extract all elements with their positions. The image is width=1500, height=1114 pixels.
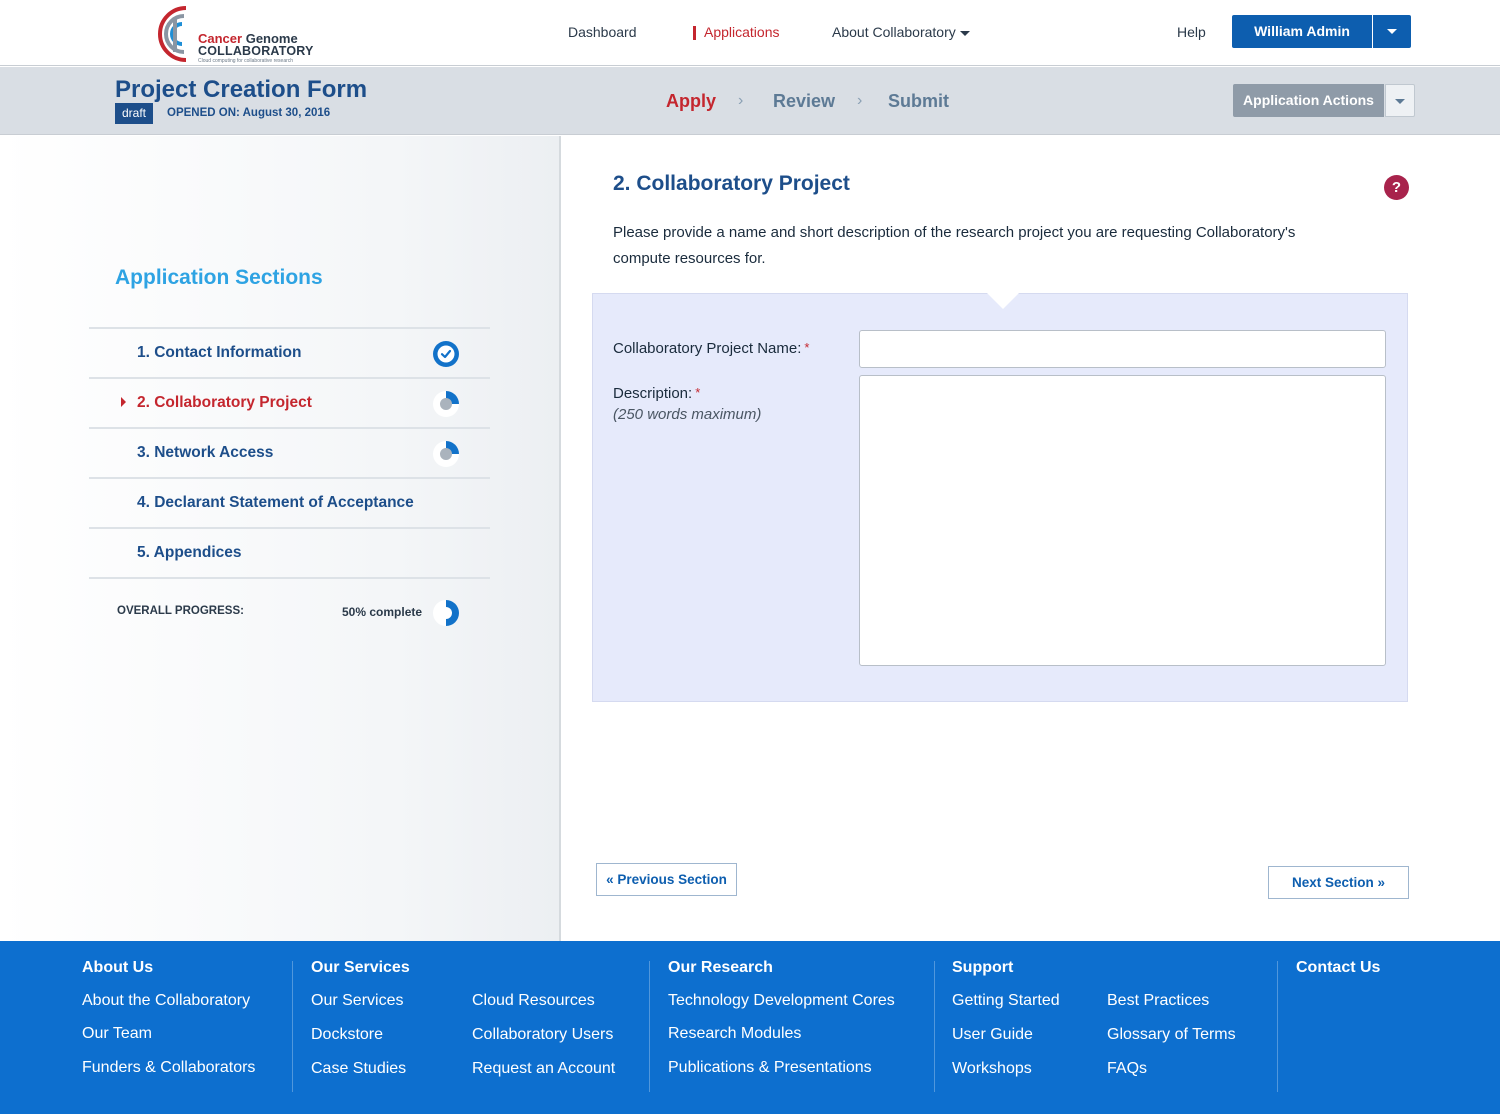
application-actions-button[interactable]: Application Actions <box>1233 84 1384 117</box>
step-apply[interactable]: Apply <box>666 91 716 112</box>
sidebar-item-label: 1. Contact Information <box>137 344 302 361</box>
form-content: 2. Collaboratory Project ? Please provid… <box>563 136 1500 941</box>
application-actions-toggle[interactable] <box>1385 84 1415 117</box>
overall-progress-value: 50% complete <box>342 605 423 619</box>
footer-divider <box>934 961 935 1092</box>
footer-link-best-practices[interactable]: Best Practices <box>1107 992 1209 1010</box>
footer-link-about-collaboratory[interactable]: About the Collaboratory <box>82 992 250 1010</box>
panel-notch <box>987 293 1019 309</box>
sidebar-item-label: 2. Collaboratory Project <box>137 394 312 411</box>
footer-link-cloud-resources[interactable]: Cloud Resources <box>472 992 595 1010</box>
caret-down-icon <box>1387 29 1397 34</box>
sidebar-item-appendices[interactable]: 5. Appendices <box>89 527 490 577</box>
footer-divider <box>649 961 650 1092</box>
caret-down-icon <box>1395 99 1405 104</box>
logo-mark-icon <box>158 6 187 62</box>
description-hint: (250 words maximum) <box>613 406 762 423</box>
nav-active-indicator <box>693 26 696 40</box>
nav-dashboard[interactable]: Dashboard <box>568 24 637 40</box>
sidebar-item-contact-information[interactable]: 1. Contact Information <box>89 327 490 377</box>
user-menu-toggle[interactable] <box>1373 15 1411 48</box>
sidebar-divider <box>89 577 490 579</box>
sidebar-item-declarant-statement[interactable]: 4. Declarant Statement of Acceptance <box>89 477 490 527</box>
overall-progress-label: OVERALL PROGRESS: <box>117 605 244 617</box>
collaboratory-logo[interactable]: Cancer Genome COLLABORATORY Cloud comput… <box>150 2 330 64</box>
nav-about-label: About Collaboratory <box>832 24 956 40</box>
footer-link-publications[interactable]: Publications & Presentations <box>668 1059 872 1077</box>
nav-applications[interactable]: Applications <box>704 24 780 40</box>
check-circle-icon <box>433 341 459 367</box>
footer-link-glossary[interactable]: Glossary of Terms <box>1107 1026 1236 1044</box>
nav-help[interactable]: Help <box>1177 24 1206 40</box>
partial-progress-icon <box>433 391 459 417</box>
footer-link-getting-started[interactable]: Getting Started <box>952 992 1060 1010</box>
description-label: Description: * <box>613 385 700 402</box>
step-submit[interactable]: Submit <box>888 91 949 112</box>
nav-about-collaboratory[interactable]: About Collaboratory <box>832 24 970 40</box>
footer-link-technology-cores[interactable]: Technology Development Cores <box>668 992 895 1010</box>
sidebar-item-network-access[interactable]: 3. Network Access <box>89 427 490 477</box>
sidebar-item-label: 4. Declarant Statement of Acceptance <box>137 494 414 511</box>
footer-link-funders[interactable]: Funders & Collaborators <box>82 1059 255 1077</box>
section-heading: 2. Collaboratory Project <box>613 172 850 195</box>
footer-contact-us[interactable]: Contact Us <box>1296 959 1380 977</box>
footer-link-our-services[interactable]: Our Services <box>311 992 403 1010</box>
help-icon[interactable]: ? <box>1384 175 1409 200</box>
footer-about-title: About Us <box>82 959 154 976</box>
partial-progress-icon <box>433 441 459 467</box>
previous-section-button[interactable]: « Previous Section <box>596 863 737 896</box>
logo-tagline: Cloud computing for collaborative resear… <box>198 58 294 64</box>
user-menu-button[interactable]: William Admin <box>1232 15 1372 48</box>
footer-link-request-account[interactable]: Request an Account <box>472 1060 615 1078</box>
sidebar-item-collaboratory-project[interactable]: 2. Collaboratory Project <box>89 377 490 427</box>
footer-link-collaboratory-users[interactable]: Collaboratory Users <box>472 1026 613 1044</box>
project-name-input[interactable] <box>859 330 1386 368</box>
next-section-button[interactable]: Next Section » <box>1268 866 1409 899</box>
page-title: Project Creation Form <box>115 76 368 103</box>
footer-research-title: Our Research <box>668 959 773 976</box>
footer-link-user-guide[interactable]: User Guide <box>952 1026 1033 1044</box>
footer-link-our-team[interactable]: Our Team <box>82 1025 152 1043</box>
form-header: Project Creation Form draft OPENED ON: A… <box>0 67 1500 135</box>
section-description: Please provide a name and short descript… <box>613 224 1296 267</box>
opened-on-date: OPENED ON: August 30, 2016 <box>167 107 331 119</box>
chevron-right-icon: › <box>738 92 744 109</box>
footer-link-research-modules[interactable]: Research Modules <box>668 1025 801 1043</box>
sidebar-title: Application Sections <box>115 266 323 289</box>
footer-link-dockstore[interactable]: Dockstore <box>311 1026 383 1044</box>
sidebar-item-label: 5. Appendices <box>137 544 242 561</box>
overall-progress-icon <box>433 600 459 626</box>
footer-link-case-studies[interactable]: Case Studies <box>311 1060 406 1078</box>
status-badge: draft <box>115 103 154 124</box>
description-label-text: Description: <box>613 385 693 402</box>
application-sections-sidebar: Application Sections 1. Contact Informat… <box>0 136 561 941</box>
required-marker: * <box>695 385 701 400</box>
chevron-down-icon <box>959 30 970 36</box>
footer-divider <box>292 961 293 1092</box>
top-navigation: Cancer Genome COLLABORATORY Cloud comput… <box>0 0 1500 66</box>
logo-subtitle: COLLABORATORY <box>198 44 314 58</box>
project-name-label: Collaboratory Project Name: * <box>613 340 809 357</box>
footer-support-title: Support <box>952 959 1014 976</box>
required-marker: * <box>804 340 810 355</box>
step-review[interactable]: Review <box>773 91 835 112</box>
caret-right-icon <box>121 397 126 407</box>
footer-link-faqs[interactable]: FAQs <box>1107 1060 1147 1078</box>
project-name-label-text: Collaboratory Project Name: <box>613 340 802 357</box>
footer-services-title: Our Services <box>311 959 410 976</box>
chevron-right-icon: › <box>857 92 863 109</box>
sidebar-item-label: 3. Network Access <box>137 444 274 461</box>
footer-link-workshops[interactable]: Workshops <box>952 1060 1032 1078</box>
footer-divider <box>1277 961 1278 1092</box>
description-textarea[interactable] <box>859 375 1386 666</box>
site-footer: About Us About the Collaboratory Our Tea… <box>0 941 1500 1114</box>
